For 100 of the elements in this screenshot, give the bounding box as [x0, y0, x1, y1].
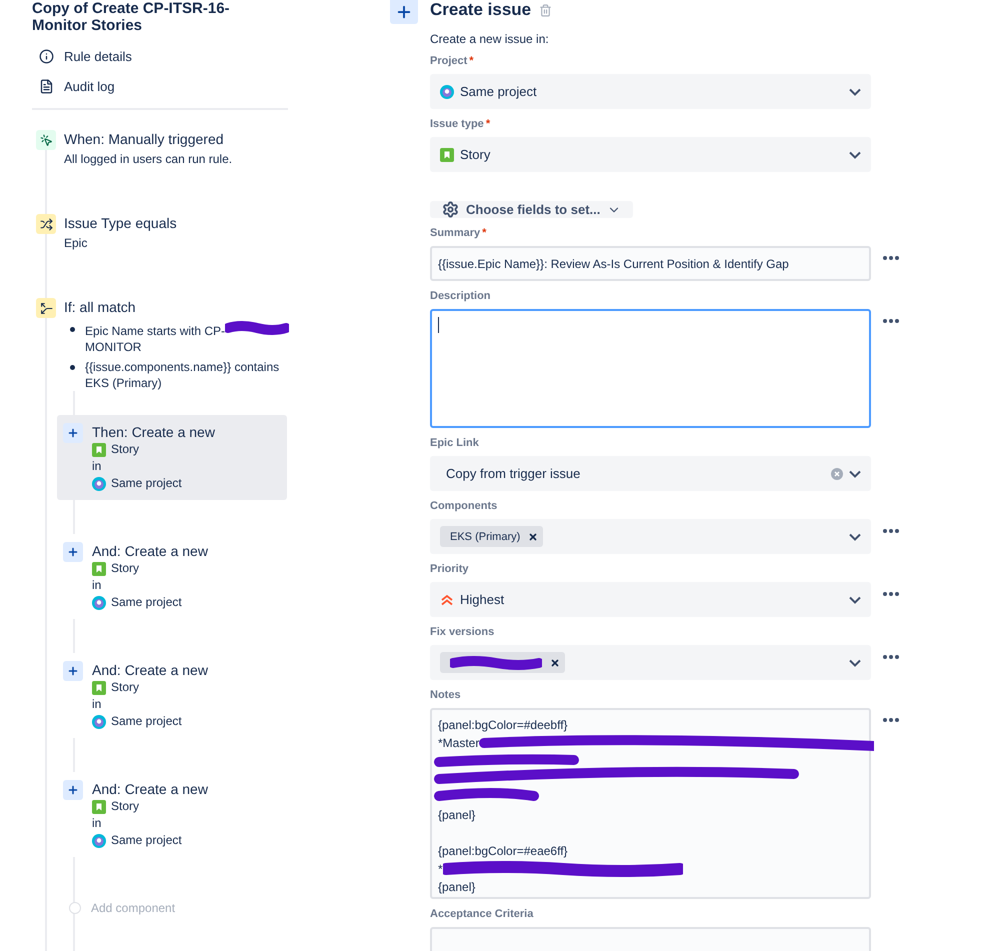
step-subtitle: All logged in users can run rule.: [64, 151, 232, 167]
intro-text: Create a new issue in:: [430, 32, 550, 46]
select-field[interactable]: Copy from trigger issue: [430, 456, 871, 491]
action-title: And: Create a new: [92, 542, 208, 560]
joiner-text: in: [92, 458, 102, 475]
plus-icon: [63, 542, 83, 562]
field-label: Components: [430, 500, 498, 514]
story-icon: [92, 680, 106, 694]
joiner-text: in: [92, 696, 102, 713]
bullet-dot: [70, 327, 75, 332]
step-title[interactable]: When: Manually triggered: [64, 131, 232, 147]
dots-icon: [883, 655, 899, 659]
rule-title: Copy of Create CP-ITSR-16-Monitor Stories: [32, 0, 231, 34]
action-card[interactable]: Then: Create a new Story in Same project: [57, 415, 287, 500]
shuffle-icon: [36, 214, 56, 234]
required-mark: *: [486, 118, 490, 130]
step-subtitle: Epic: [64, 235, 88, 251]
field-label: Issue type *: [430, 118, 492, 132]
text-cursor: [438, 317, 439, 333]
select-field[interactable]: Same project: [430, 74, 871, 109]
project-avatar-icon: [92, 834, 106, 848]
required-mark: *: [469, 55, 474, 67]
bullet-dot: [70, 365, 75, 370]
step-title[interactable]: Issue Type equals: [64, 215, 177, 231]
project-avatar-icon: [92, 476, 106, 490]
field-label: Notes: [430, 689, 462, 703]
field-label: Priority: [430, 563, 470, 577]
select-field[interactable]: Highest: [430, 582, 871, 617]
settings-icon: [442, 201, 459, 218]
story-icon: [92, 800, 106, 814]
dots-icon: [883, 319, 899, 323]
step-title[interactable]: If: all match: [64, 299, 292, 315]
field-label: Project *: [430, 55, 475, 69]
chevron-down-icon: [849, 596, 861, 604]
nav-link[interactable]: Audit log: [39, 76, 288, 96]
field-label: Epic Link: [430, 437, 480, 451]
priority-highest-icon: [440, 592, 454, 606]
notes-line: {panel}: [438, 807, 476, 824]
remove-icon[interactable]: [528, 532, 538, 542]
plus-icon: [63, 780, 83, 800]
notes-line: {panel:bgColor=#eae6ff}: [438, 843, 568, 860]
redaction-scribble: [225, 321, 290, 335]
action-title: Then: Create a new: [92, 423, 215, 441]
dots-icon: [883, 718, 899, 722]
nav-link[interactable]: Rule details: [39, 46, 288, 66]
notes-line: *: [438, 861, 443, 878]
select-field[interactable]: Story: [430, 137, 871, 172]
plus-icon: [63, 423, 83, 443]
plus-icon: [63, 661, 83, 681]
branch-icon: [36, 298, 56, 318]
project-text: Same project: [111, 713, 182, 730]
project-text: Same project: [111, 832, 182, 849]
multi-select-field[interactable]: EKS (Primary): [430, 519, 871, 554]
notes-field[interactable]: {panel:bgColor=#deebff} *Master {panel} {panel:bgColor=#eae6ff} * {panel}: [430, 708, 871, 899]
field-label: Description: [430, 290, 492, 304]
action-title: And: Create a new: [92, 780, 208, 798]
chevron-down-icon: [849, 470, 861, 478]
dots-icon: [883, 256, 899, 260]
issue-type-text: Story: [111, 441, 140, 458]
project-text: Same project: [111, 475, 182, 492]
text-field[interactable]: [430, 927, 871, 951]
description-field[interactable]: [430, 309, 871, 428]
project-avatar-icon: [92, 596, 106, 610]
chevron-down-icon: [849, 150, 861, 158]
condition-text: Epic Name starts with CP- MONITOR: [85, 321, 290, 355]
notes-line: {panel}: [438, 879, 476, 896]
field-label: Acceptance Criteria: [430, 908, 534, 922]
chevron-down-icon: [849, 88, 861, 96]
field-label: Summary *: [430, 227, 488, 241]
document-icon: [39, 78, 54, 94]
joiner-text: in: [92, 577, 102, 594]
dots-icon: [883, 592, 899, 596]
project-avatar-icon: [440, 84, 454, 98]
action-title: And: Create a new: [92, 661, 208, 679]
condition-text: {{issue.components.name}} contains EKS (Primary): [85, 359, 280, 391]
summary-field[interactable]: {{issue.Epic Name}}: Review As-Is Current Position & Identify Gap: [430, 246, 871, 281]
issue-type-text: Story: [111, 560, 140, 577]
story-icon: [92, 442, 106, 456]
project-avatar-icon: [92, 714, 106, 728]
tag: EKS (Primary): [440, 526, 544, 547]
field-label: Fix versions: [430, 626, 496, 640]
info-icon: [39, 48, 54, 64]
choose-fields-button[interactable]: Choose fields to set...: [430, 201, 634, 218]
cursor-click-icon: [36, 130, 56, 150]
panel-title: Create issue: [430, 0, 532, 20]
required-mark: *: [482, 227, 486, 239]
notes-line: {panel:bgColor=#deebff}: [438, 717, 568, 734]
multi-select-field[interactable]: [430, 645, 871, 680]
notes-line: *Master: [438, 736, 480, 750]
story-icon: [92, 562, 106, 576]
issue-type-text: Story: [111, 798, 140, 815]
remove-icon[interactable]: [550, 658, 560, 668]
plus-icon: [390, 0, 418, 24]
chevron-down-icon: [849, 658, 861, 666]
joiner-text: in: [92, 815, 102, 832]
chevron-down-icon: [849, 532, 861, 540]
project-text: Same project: [111, 594, 182, 611]
story-icon: [440, 148, 454, 162]
issue-type-text: Story: [111, 679, 140, 696]
dots-icon: [883, 529, 899, 533]
